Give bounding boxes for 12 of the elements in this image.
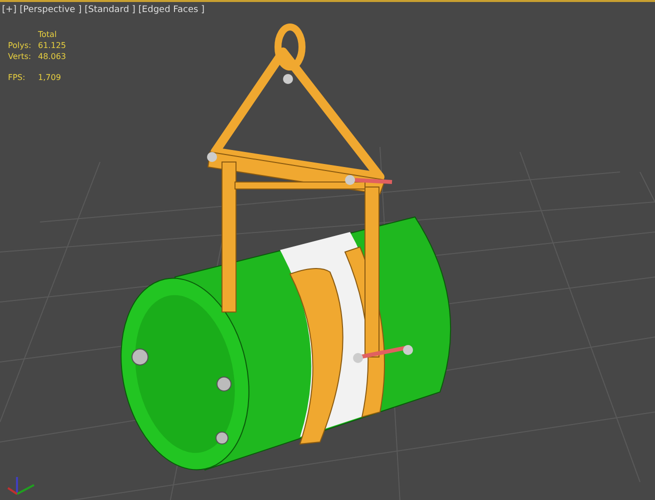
viewport-menu-label[interactable]: [+] <box>2 5 17 15</box>
stat-label: Verts: <box>8 52 32 61</box>
stat-value: 61.125 <box>38 41 66 50</box>
viewport-menu-label[interactable]: [Perspective ] <box>20 5 82 15</box>
fps-label: FPS: <box>8 73 26 82</box>
fps-value: 1,709 <box>38 73 61 82</box>
stat-value: 48.063 <box>38 52 66 61</box>
viewport-menu-label[interactable]: [Standard ] <box>84 5 136 15</box>
stat-label: Polys: <box>8 41 32 50</box>
stats-header: Total <box>38 30 57 39</box>
viewport-menu-label[interactable]: [Edged Faces ] <box>138 5 205 15</box>
axis-gizmo-icon <box>7 477 34 495</box>
